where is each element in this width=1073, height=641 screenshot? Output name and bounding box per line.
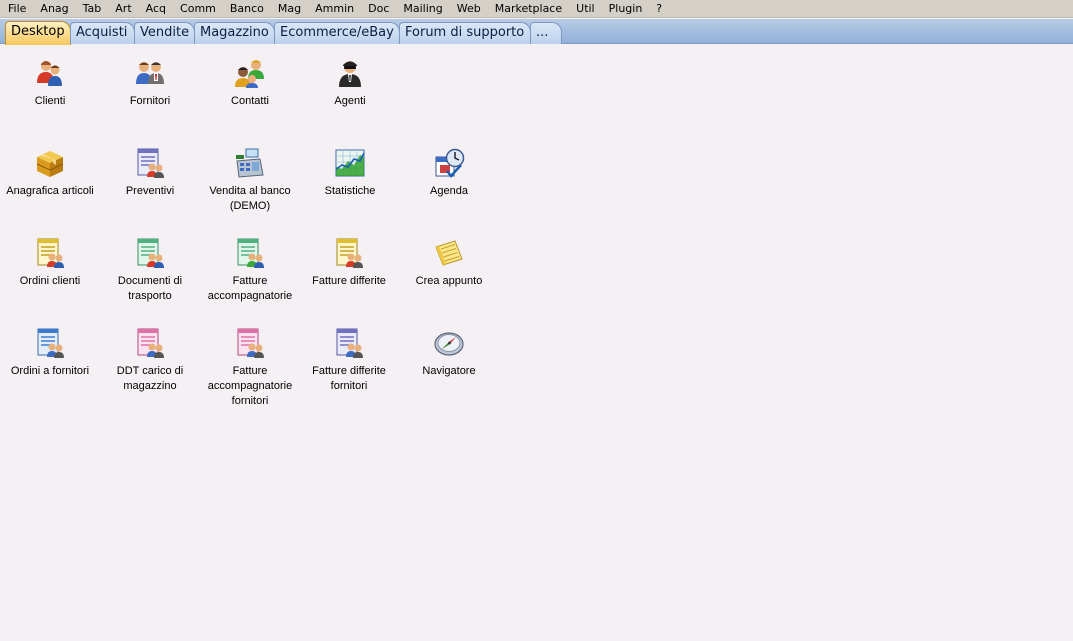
customer-orders-doc-icon [37,238,64,268]
deferred-invoice-doc-icon [336,238,363,268]
desktop-icon-fatture-differite-fornitori[interactable]: Fatture differite fornitori [299,327,399,394]
desktop-icon-label: Agenti [334,95,366,107]
desktop-icon-fatture-differite[interactable]: Fatture differite [299,237,399,289]
menu-web[interactable]: Web [449,0,481,18]
desktop-icon-label: Ordini a fornitori [10,365,90,377]
desktop-icon-label: Agenda [430,185,468,197]
desktop-icon-crea-appunto[interactable]: Crea appunto [399,237,499,289]
products-box-icon [36,151,64,177]
supplier-orders-doc-icon [37,328,64,358]
desktop-icon-label: Fatture differite [312,275,386,287]
menu-plugin[interactable]: Plugin [601,0,643,18]
menu-marketplace[interactable]: Marketplace [487,0,562,18]
compass-navigator-icon [434,332,464,356]
contacts-icon [235,60,264,88]
desktop-icon-preventivi[interactable]: Preventivi [100,147,200,199]
desktop-icon-anagrafica-articoli[interactable]: Anagrafica articoli [0,147,100,199]
suppliers-icon [136,62,164,84]
menu-acq[interactable]: Acq [138,0,166,18]
tab-vendite[interactable]: Vendite [134,22,195,44]
desktop-icon-agenti[interactable]: Agenti [300,57,400,109]
desktop-icon-label: Fatture accompagnatorie [207,275,293,302]
quotes-doc-icon [137,148,164,178]
menu-bar: File Anag Tab Art Acq Comm Banco Mag Amm… [0,0,1073,18]
desktop-icon-contatti[interactable]: Contatti [200,57,300,109]
desktop-icon-statistiche[interactable]: Statistiche [300,147,400,199]
tab-ecommerce-ebay[interactable]: Ecommerce/eBay [274,22,400,44]
desktop-icon-agenda[interactable]: Agenda [399,147,499,199]
menu-mag[interactable]: Mag [270,0,301,18]
desktop-icon-ordini-a-fornitori[interactable]: Ordini a fornitori [0,327,100,379]
clients-icon [37,61,62,86]
desktop-icon-clienti[interactable]: Clienti [0,57,100,109]
menu-doc[interactable]: Doc [360,0,389,18]
menu-file[interactable]: File [0,0,26,18]
tab-forum-di-supporto[interactable]: Forum di supporto [399,22,531,44]
desktop-icon-label: Anagrafica articoli [6,185,94,197]
tab-desktop[interactable]: Desktop [5,21,71,45]
supplier-deferred-invoice-doc-icon [336,328,363,358]
desktop-icon-ordini-clienti[interactable]: Ordini clienti [0,237,100,289]
desktop-icon-label: Preventivi [125,185,175,197]
cash-register-icon [236,148,264,178]
desktop-icon-label: Clienti [34,95,66,107]
desktop-icon-documenti-di-trasporto[interactable]: Documenti di trasporto [100,237,200,304]
menu-util[interactable]: Util [568,0,594,18]
desktop-icon-label: Fatture differite fornitori [312,365,386,392]
menu-help[interactable]: ? [648,0,662,18]
desktop-icon-vendita-al-banco[interactable]: Vendita al banco (DEMO) [200,147,300,214]
menu-anag[interactable]: Anag [32,0,68,18]
desktop-icon-fornitori[interactable]: Fornitori [100,57,200,109]
desktop-icon-fatture-accompagnatorie[interactable]: Fatture accompagnatorie [200,237,300,304]
desktop-icon-ddt-carico-di-magazzino[interactable]: DDT carico di magazzino [100,327,200,394]
menu-art[interactable]: Art [107,0,131,18]
desktop-icon-label: Documenti di trasporto [117,275,183,302]
desktop-icon-label: Fornitori [129,95,171,107]
warehouse-ddt-doc-icon [137,328,164,358]
desktop-icon-label: Statistiche [324,185,376,197]
menu-comm[interactable]: Comm [172,0,216,18]
desktop-icon-navigatore[interactable]: Navigatore [399,327,499,379]
tab-acquisti[interactable]: Acquisti [70,22,135,44]
transport-doc-icon [137,238,164,268]
desktop-icon-label: Fatture accompagnatorie fornitori [207,365,293,407]
tab-bar: Desktop Acquisti Vendite Magazzino Ecomm… [0,19,1073,45]
desktop-icon-fatture-accompagnatorie-fornitori[interactable]: Fatture accompagnatorie fornitori [200,327,300,409]
tab-magazzino[interactable]: Magazzino [194,22,275,44]
accompanying-invoice-doc-icon [237,238,264,268]
agenda-clock-icon [435,148,465,178]
supplier-accompanying-invoice-doc-icon [237,328,264,358]
desktop-icon-label: Contatti [231,95,269,107]
statistics-chart-icon [335,149,365,177]
note-pad-icon [435,240,463,266]
tab-more[interactable]: ... [530,22,562,44]
desktop-icon-label: Crea appunto [415,275,483,287]
menu-tab[interactable]: Tab [75,0,102,18]
agents-icon [339,61,361,87]
desktop-area: Clienti Fornitori Contatti Agenti Anagra… [0,45,1073,641]
menu-banco[interactable]: Banco [222,0,264,18]
menu-ammin[interactable]: Ammin [307,0,354,18]
desktop-icon-label: Ordini clienti [19,275,81,287]
desktop-icon-label: DDT carico di magazzino [116,365,184,392]
menu-mailing[interactable]: Mailing [395,0,442,18]
desktop-icon-label: Vendita al banco (DEMO) [209,185,291,212]
desktop-icon-label: Navigatore [422,365,476,377]
